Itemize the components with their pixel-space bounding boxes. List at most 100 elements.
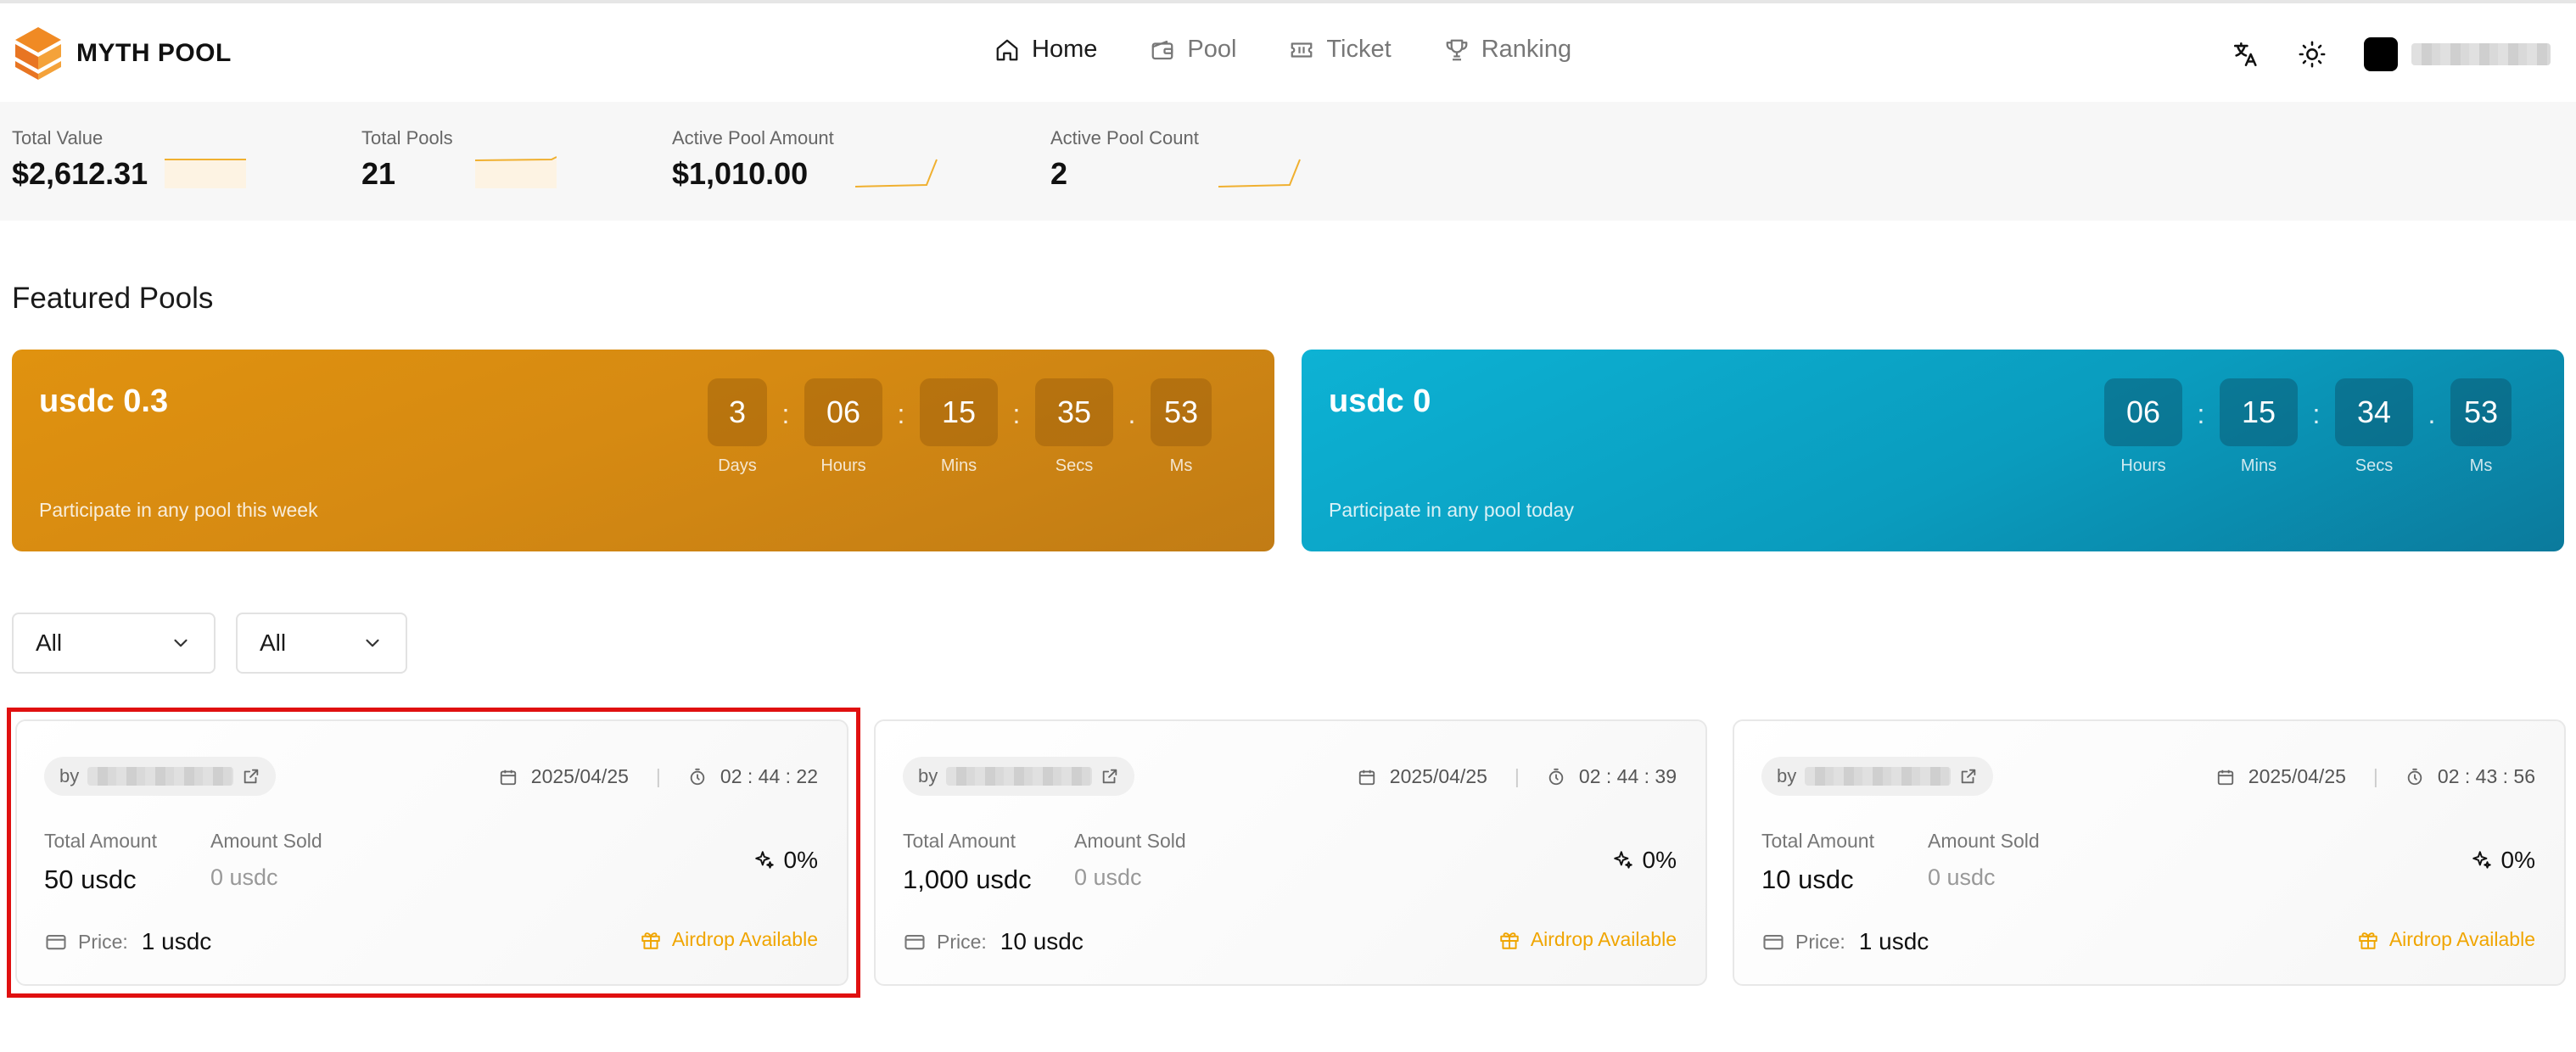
external-link-icon[interactable] [1959, 767, 1978, 786]
timer-value: 53 [1151, 378, 1212, 446]
card-date: 2025/04/25 [2248, 765, 2346, 787]
progress-percent: 0% [1612, 847, 1677, 874]
creator-by-label: by [59, 765, 80, 786]
timer-secs: 35 Secs [1035, 378, 1113, 476]
filter-select-1[interactable]: All [12, 613, 216, 674]
stat-value: 2 [1050, 156, 1068, 191]
gift-icon [2359, 932, 2377, 949]
featured-pool-card-daily[interactable]: usdc 0 Participate in any pool today 06 … [1302, 350, 2564, 551]
card-time: 02 : 44 : 22 [720, 765, 818, 787]
countdown-timer: 3 Days : 06 Hours : 15 Mins : 35 Secs . … [708, 378, 1212, 476]
sparkle-icon [754, 851, 774, 869]
featured-pool-title: usdc 0.3 [39, 383, 169, 419]
chevron-down-icon [366, 639, 379, 647]
total-amount-label: Total Amount [1761, 830, 1874, 852]
amount-sold-value: 0 usdc [210, 865, 278, 890]
featured-pool-title: usdc 0 [1329, 383, 1431, 419]
amount-sold-label: Amount Sold [210, 830, 322, 852]
amount-sold: Amount Sold 0 usdc [210, 830, 322, 891]
timer-separator: : [1012, 399, 1021, 429]
gift-icon [641, 932, 660, 949]
stat-label: Total Value [12, 127, 104, 148]
stopwatch-icon [690, 768, 705, 785]
stat-active-pool-amount: Active Pool Amount $1,010.00 [672, 127, 834, 192]
card-date: 2025/04/25 [530, 765, 629, 787]
progress-percent: 0% [753, 847, 818, 874]
creator-pill[interactable]: by [1761, 757, 1994, 796]
timer-separator: : [2197, 399, 2205, 429]
timer-value: 3 [708, 378, 767, 446]
amount-sold-value: 0 usdc [1074, 865, 1142, 890]
stats-bar: Total Value $2,612.31 Total Pools 21 Act… [0, 102, 2576, 221]
airdrop-badge: Airdrop Available [1498, 928, 1677, 951]
stat-total-value: Total Value $2,612.31 [12, 127, 148, 192]
user-name-redacted [2411, 43, 2551, 65]
creator-pill[interactable]: by [903, 757, 1135, 796]
meta-divider: | [2372, 765, 2378, 787]
translate-icon[interactable] [2232, 40, 2260, 69]
price-value: 1 usdc [141, 928, 212, 954]
amount-sold-value: 0 usdc [1928, 865, 1996, 890]
card-meta: 2025/04/25 | 02 : 44 : 39 [1358, 765, 1677, 788]
main-nav: Home Pool Ticket Ranking [994, 36, 1571, 64]
trophy-icon [1446, 39, 1468, 60]
stat-active-pool-count: Active Pool Count 2 [1050, 127, 1199, 192]
calendar-icon [2217, 769, 2233, 785]
ticket-icon [1291, 42, 1313, 58]
header: MYTH POOL Home Pool Ticket Ranking [0, 3, 2576, 102]
card-price: Price: 1 usdc [44, 928, 211, 955]
creator-name-redacted [1805, 767, 1952, 786]
pool-card[interactable]: by 2025/04/25 | 02 : 44 : 22 Total Amoun… [15, 719, 848, 986]
filter-select-value: All [36, 630, 63, 656]
nav-home[interactable]: Home [994, 36, 1097, 64]
gift-icon [1500, 932, 1519, 949]
amount-sold-label: Amount Sold [1074, 830, 1186, 852]
timer-mins: 15 Mins [2220, 378, 2298, 476]
timer-label: Hours [820, 456, 866, 475]
external-link-icon[interactable] [242, 767, 260, 786]
total-amount-value: 50 usdc [44, 865, 137, 894]
total-amount-label: Total Amount [903, 830, 1016, 852]
nav-ticket-label: Ticket [1326, 36, 1392, 63]
filter-select-value: All [260, 630, 287, 656]
external-link-icon[interactable] [1100, 767, 1119, 786]
sparkle-icon [2472, 851, 2491, 869]
timer-value: 53 [2450, 378, 2512, 446]
progress-percent: 0% [2471, 847, 2535, 874]
avatar [2364, 37, 2398, 71]
price-label: Price: [937, 930, 987, 953]
stopwatch-icon [1548, 768, 1564, 785]
nav-pool[interactable]: Pool [1150, 36, 1236, 64]
stat-value: $2,612.31 [12, 156, 148, 191]
timer-value: 35 [1035, 378, 1113, 446]
card-price: Price: 10 usdc [903, 928, 1084, 955]
featured-pool-card-weekly[interactable]: usdc 0.3 Participate in any pool this we… [12, 350, 1274, 551]
stat-label: Active Pool Count [1050, 127, 1199, 148]
timer-value: 06 [2104, 378, 2182, 446]
filter-select-2[interactable]: All [236, 613, 407, 674]
amount-sold-label: Amount Sold [1928, 830, 2040, 852]
pool-card[interactable]: by 2025/04/25 | 02 : 44 : 39 Total Amoun… [874, 719, 1707, 986]
pool-card[interactable]: by 2025/04/25 | 02 : 43 : 56 Total Amoun… [1733, 719, 2566, 986]
total-amount: Total Amount 10 usdc [1761, 830, 1874, 895]
stopwatch-icon [2407, 768, 2422, 785]
stat-value: $1,010.00 [672, 156, 809, 191]
stat-label: Total Pools [361, 127, 453, 148]
logo[interactable]: MYTH POOL [12, 25, 232, 81]
creator-name-redacted [946, 767, 1093, 786]
nav-ticket[interactable]: Ticket [1289, 36, 1392, 64]
creator-by-label: by [918, 765, 938, 786]
price-label: Price: [1795, 930, 1845, 953]
user-menu[interactable] [2364, 37, 2551, 71]
stat-value: 21 [361, 156, 396, 191]
timer-value: 15 [2220, 378, 2298, 446]
timer-label: Ms [1169, 456, 1193, 475]
sparkle-icon [1613, 851, 1632, 869]
nav-ranking[interactable]: Ranking [1444, 36, 1571, 64]
sun-icon[interactable] [2298, 40, 2327, 69]
timer-mins: 15 Mins [920, 378, 998, 476]
timer-value: 06 [804, 378, 882, 446]
airdrop-label: Airdrop Available [671, 928, 818, 950]
creator-pill[interactable]: by [44, 757, 277, 796]
timer-hours: 06 Hours [2104, 378, 2182, 476]
